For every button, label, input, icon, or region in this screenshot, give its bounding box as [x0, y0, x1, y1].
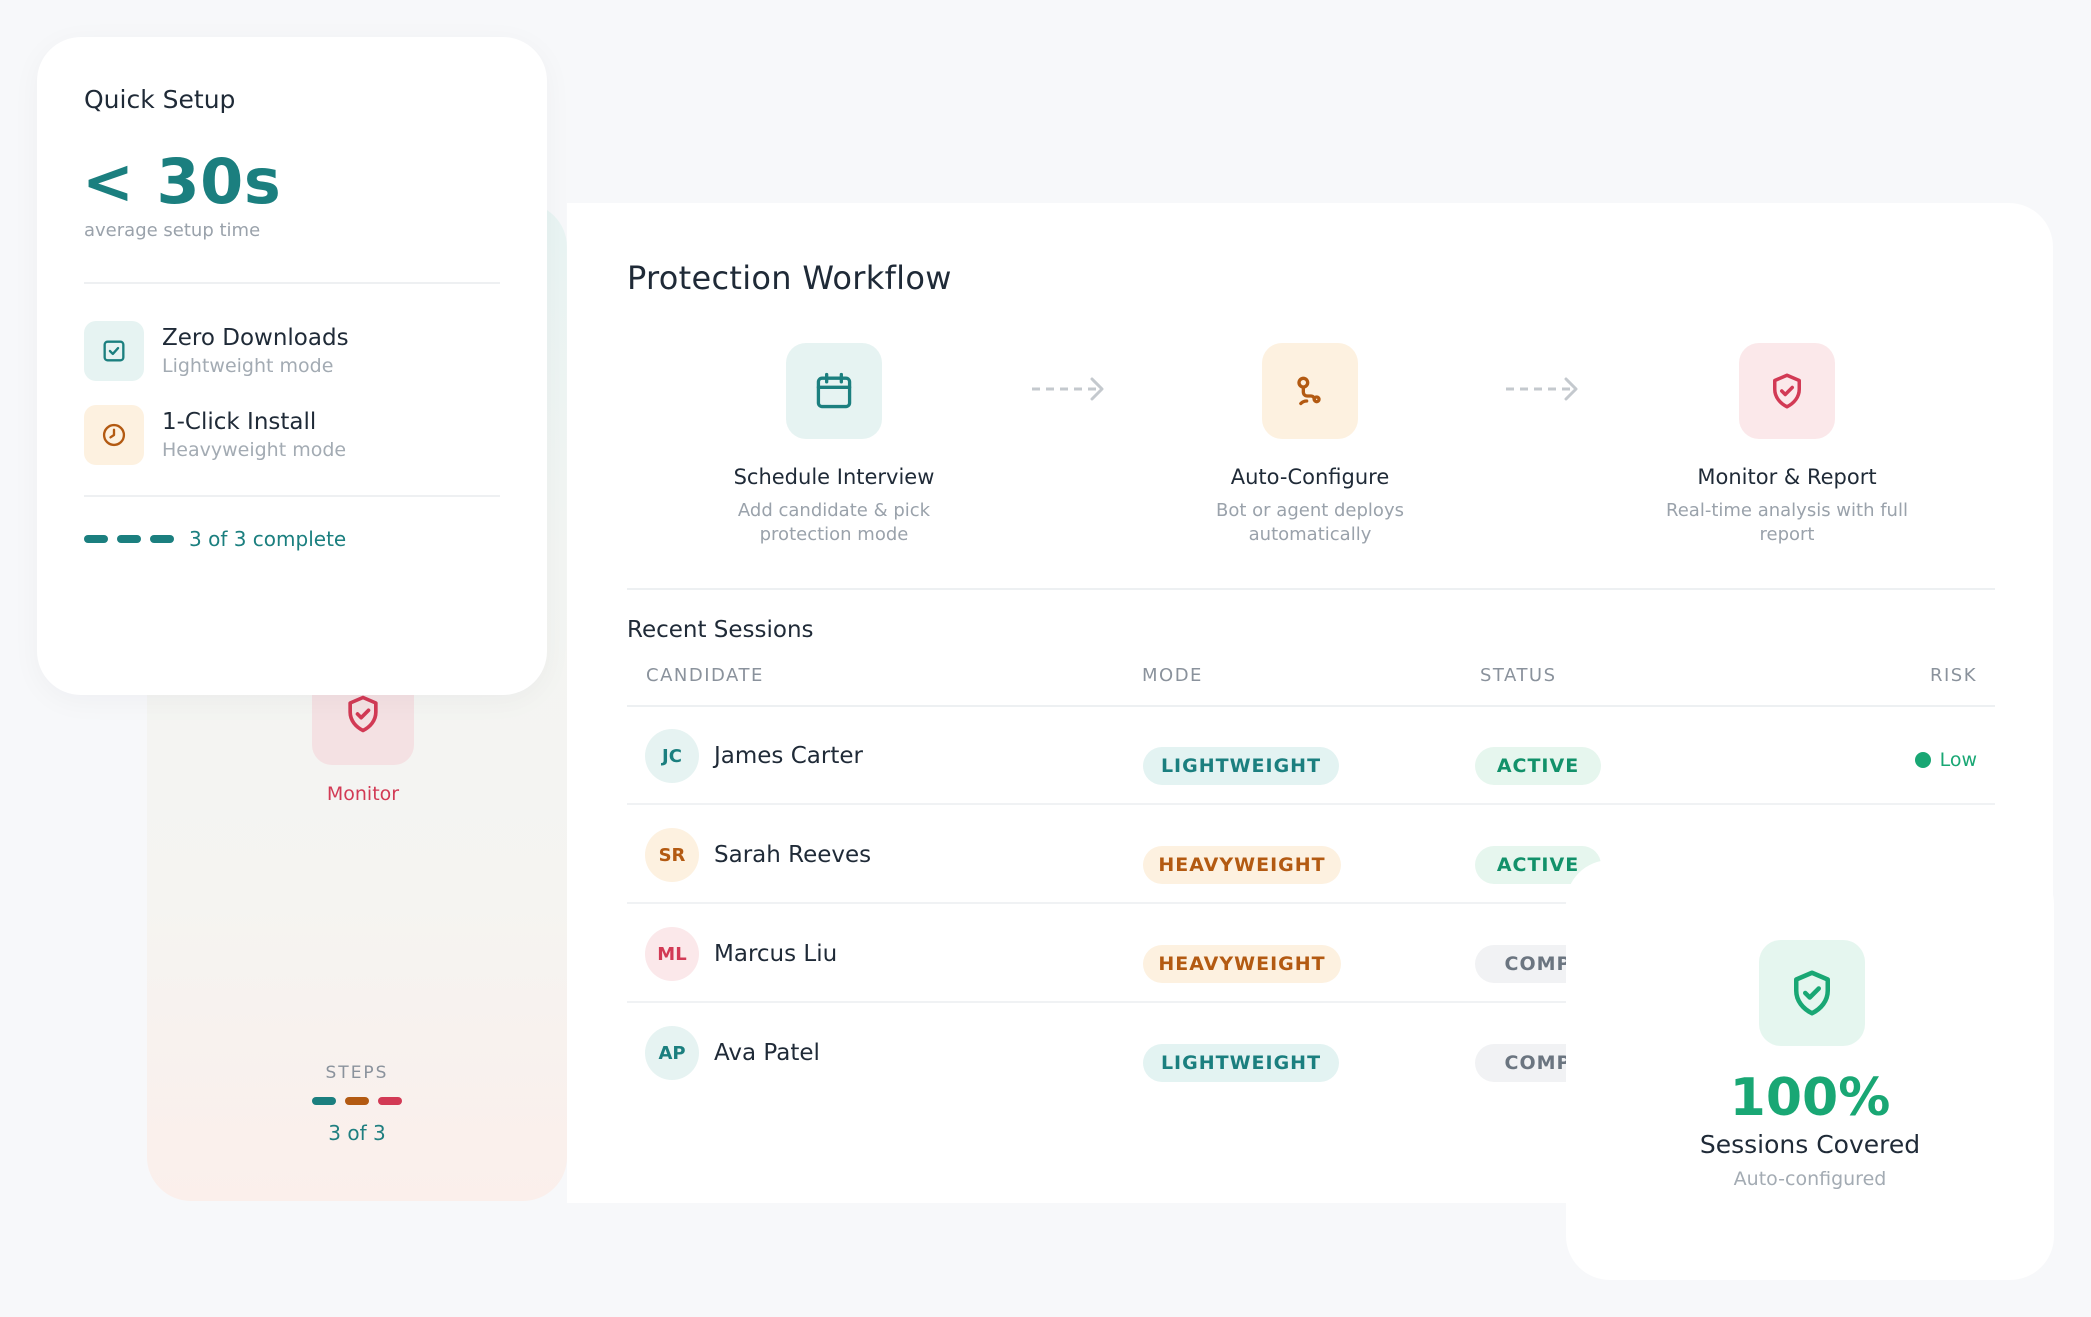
arrow-right-icon	[1032, 377, 1104, 401]
progress-bar-3	[150, 535, 174, 543]
column-header-mode[interactable]: MODE	[1142, 665, 1203, 686]
divider	[627, 588, 1995, 590]
schedule-tile	[786, 343, 882, 439]
monitor-tile	[1739, 343, 1835, 439]
setup-time-value: < 30s	[82, 145, 282, 218]
steps-caption: STEPS	[325, 1063, 389, 1083]
coverage-sublabel: Auto-configured	[1733, 1168, 1887, 1190]
workflow-step-schedule[interactable]: Schedule Interview Add candidate & pick …	[674, 343, 994, 547]
shield-check-icon	[348, 695, 378, 733]
checkbox-icon	[103, 340, 125, 362]
autoconfigure-tile	[1262, 343, 1358, 439]
feature-icon-tile	[84, 405, 144, 465]
workflow-step-name: Schedule Interview	[733, 465, 935, 489]
setup-progress: 3 of 3 complete	[84, 527, 346, 551]
coverage-label: Sessions Covered	[1699, 1130, 1921, 1159]
mode-badge: LIGHTWEIGHT	[1143, 1044, 1339, 1082]
candidate-name: Ava Patel	[714, 1040, 820, 1066]
monitor-step-label: Monitor	[326, 783, 400, 805]
feature-title: 1-Click Install	[162, 409, 317, 435]
feature-subtitle: Lightweight mode	[162, 355, 334, 377]
step-bar-1	[312, 1097, 336, 1105]
coverage-icon-tile	[1759, 940, 1865, 1046]
progress-bar-2	[117, 535, 141, 543]
steps-count: 3 of 3	[328, 1121, 386, 1145]
recent-sessions-title: Recent Sessions	[627, 617, 814, 643]
feature-one-click-install: 1-Click Install Heavyweight mode	[84, 405, 500, 467]
shield-check-icon	[1773, 373, 1801, 409]
step-bar-2	[345, 1097, 369, 1105]
workflow-step-name: Auto-Configure	[1230, 465, 1390, 489]
divider	[84, 495, 500, 497]
avatar: ML	[645, 927, 699, 981]
workflow-step-monitor[interactable]: Monitor & Report Real-time analysis with…	[1627, 343, 1947, 547]
workflow-step-name: Monitor & Report	[1697, 465, 1877, 489]
risk-dot	[1914, 752, 1931, 768]
progress-text: 3 of 3 complete	[189, 527, 347, 551]
divider	[84, 282, 500, 284]
column-header-candidate[interactable]: CANDIDATE	[646, 665, 764, 686]
status-badge: ACTIVE	[1475, 747, 1601, 785]
progress-bar-1	[84, 535, 108, 543]
candidate-name: James Carter	[714, 743, 863, 769]
workflow-step-desc: Add candidate & pick protection mode	[737, 500, 931, 545]
quick-setup-card: Quick Setup < 30s average setup time Zer…	[37, 37, 547, 695]
feature-title: Zero Downloads	[162, 325, 349, 351]
workflow-title: Protection Workflow	[627, 259, 952, 297]
risk-indicator: Low	[1914, 749, 1977, 771]
column-header-risk[interactable]: RISK	[1930, 665, 1977, 686]
route-icon	[1297, 376, 1321, 406]
table-row[interactable]: JC James Carter LIGHTWEIGHT ACTIVE Low	[627, 707, 1995, 805]
workflow-step-desc: Real-time analysis with full report	[1666, 500, 1908, 545]
shield-check-icon	[1794, 970, 1830, 1016]
avatar: SR	[645, 828, 699, 882]
feature-icon-tile	[84, 321, 144, 381]
calendar-icon	[816, 372, 852, 409]
step-bar-3	[378, 1097, 402, 1105]
risk-label: Low	[1939, 749, 1977, 771]
mode-badge: LIGHTWEIGHT	[1143, 747, 1339, 785]
steps-progress-bars	[147, 1097, 567, 1105]
workflow-step-autoconfigure[interactable]: Auto-Configure Bot or agent deploys auto…	[1150, 343, 1470, 547]
candidate-name: Sarah Reeves	[714, 842, 872, 868]
candidate-name: Marcus Liu	[714, 941, 838, 967]
setup-time-caption: average setup time	[84, 220, 261, 241]
column-header-status[interactable]: STATUS	[1480, 665, 1557, 686]
avatar: AP	[645, 1026, 699, 1080]
clock-icon	[102, 423, 126, 447]
mode-badge: HEAVYWEIGHT	[1143, 945, 1341, 983]
feature-zero-downloads: Zero Downloads Lightweight mode	[84, 321, 500, 383]
coverage-value: 100%	[1729, 1068, 1891, 1128]
avatar: JC	[645, 729, 699, 783]
feature-subtitle: Heavyweight mode	[162, 439, 347, 461]
workflow-step-desc: Bot or agent deploys automatically	[1216, 500, 1404, 545]
coverage-card: 100% Sessions Covered Auto-configured	[1566, 860, 2054, 1280]
mode-badge: HEAVYWEIGHT	[1143, 846, 1341, 884]
arrow-right-icon	[1506, 377, 1578, 401]
steps-footer: STEPS 3 of 3	[147, 1063, 567, 1145]
quick-setup-title: Quick Setup	[84, 85, 236, 114]
